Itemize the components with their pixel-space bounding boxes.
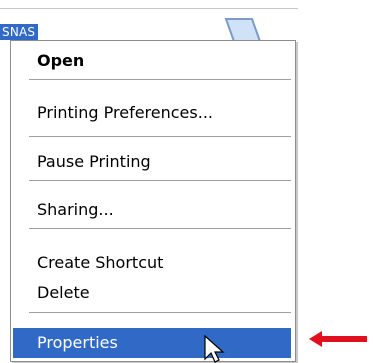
menu-item-delete[interactable]: Delete [13, 283, 291, 303]
menu-item-properties[interactable]: Properties [13, 328, 291, 358]
selected-item-label[interactable]: SNAS [0, 24, 39, 40]
menu-separator [29, 312, 291, 313]
context-menu: Open Printing Preferences... Pause Print… [10, 40, 296, 362]
menu-item-printing-preferences[interactable]: Printing Preferences... [13, 103, 291, 123]
menu-separator [29, 228, 291, 229]
menu-item-pause-printing[interactable]: Pause Printing [13, 152, 291, 172]
menu-separator [29, 79, 291, 80]
menu-item-sharing[interactable]: Sharing... [13, 200, 291, 220]
mouse-pointer-icon [204, 335, 225, 363]
menu-item-create-shortcut[interactable]: Create Shortcut [13, 253, 291, 273]
top-divider [0, 8, 298, 9]
menu-separator [29, 180, 291, 181]
menu-separator [29, 136, 291, 137]
menu-item-open[interactable]: Open [13, 51, 291, 71]
red-arrow-icon [309, 331, 367, 347]
